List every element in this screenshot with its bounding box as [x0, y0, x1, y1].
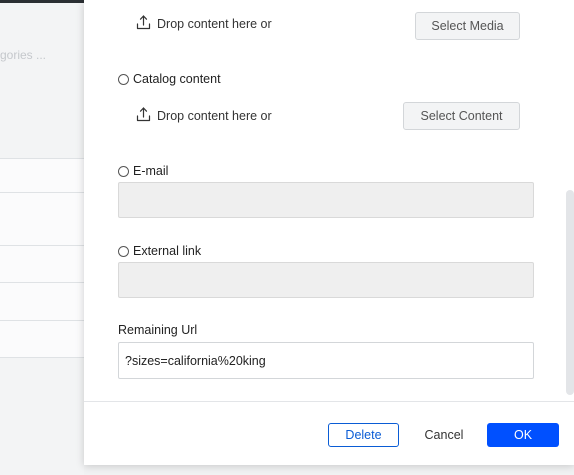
- ok-button[interactable]: OK: [487, 423, 559, 447]
- background-list-divider: [0, 158, 84, 159]
- select-content-button[interactable]: Select Content: [403, 102, 520, 130]
- radio-circle-icon: [118, 73, 129, 85]
- background-list: [0, 158, 84, 358]
- delete-button[interactable]: Delete: [328, 423, 399, 447]
- background-list-divider: [0, 192, 84, 193]
- media-drop-text: Drop content here or: [157, 17, 272, 31]
- dialog-footer: Delete Cancel OK: [84, 401, 574, 465]
- upload-icon: [136, 107, 157, 125]
- catalog-drop-zone[interactable]: Drop content here or: [136, 107, 272, 125]
- background-list-divider: [0, 357, 84, 358]
- link-editor-dialog: Drop content here or Select Media Catalo…: [84, 0, 574, 465]
- background-list-divider: [0, 282, 84, 283]
- background-search-input: gories ...: [0, 48, 47, 62]
- radio-circle-icon: [118, 245, 129, 257]
- email-field[interactable]: [118, 182, 534, 218]
- external-link-label: External link: [133, 244, 202, 258]
- select-media-button[interactable]: Select Media: [415, 12, 520, 40]
- email-label: E-mail: [133, 164, 169, 178]
- dialog-scrollbar[interactable]: [566, 190, 574, 395]
- media-drop-zone[interactable]: Drop content here or: [136, 15, 272, 33]
- background-list-divider: [0, 320, 84, 321]
- upload-icon: [136, 15, 157, 33]
- dialog-scroll-area[interactable]: Drop content here or Select Media Catalo…: [84, 0, 574, 401]
- catalog-content-label: Catalog content: [133, 72, 221, 86]
- radio-circle-icon: [118, 165, 129, 177]
- email-radio[interactable]: E-mail: [118, 164, 168, 178]
- remaining-url-input[interactable]: ?sizes=california%20king: [118, 342, 534, 379]
- background-list-divider: [0, 245, 84, 246]
- external-link-radio[interactable]: External link: [118, 244, 201, 258]
- external-link-field[interactable]: [118, 262, 534, 298]
- catalog-content-radio[interactable]: Catalog content: [118, 72, 221, 86]
- catalog-drop-text: Drop content here or: [157, 109, 272, 123]
- remaining-url-label: Remaining Url: [118, 323, 198, 337]
- cancel-button[interactable]: Cancel: [414, 423, 474, 447]
